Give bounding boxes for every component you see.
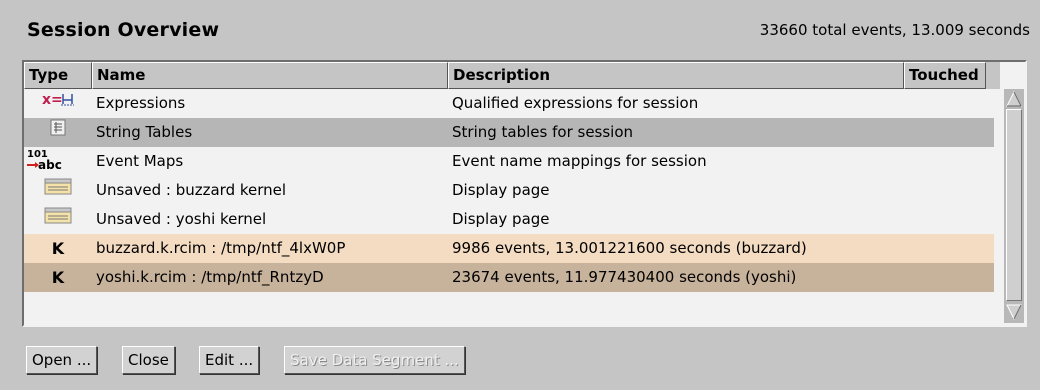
- display-page-icon: [43, 205, 73, 235]
- table-row[interactable]: Unsaved : buzzard kernel Display page: [24, 176, 994, 205]
- row-name: buzzard.k.rcim : /tmp/ntf_4lxW0P: [96, 239, 346, 257]
- vertical-scrollbar[interactable]: [1004, 89, 1024, 323]
- table-row[interactable]: String Tables String tables for session: [24, 118, 994, 147]
- display-page-icon: [43, 176, 73, 206]
- svg-text:abc: abc: [38, 158, 62, 172]
- scroll-up-arrow-icon[interactable]: [1005, 90, 1023, 108]
- row-name: yoshi.k.rcim : /tmp/ntf_RntzyD: [96, 268, 324, 286]
- kernel-icon: K: [51, 268, 65, 287]
- table-row[interactable]: K yoshi.k.rcim : /tmp/ntf_RntzyD 23674 e…: [24, 263, 994, 292]
- row-description: 23674 events, 11.977430400 seconds (yosh…: [452, 268, 797, 286]
- kernel-icon: K: [51, 239, 65, 258]
- row-description: String tables for session: [452, 123, 634, 141]
- row-description: Display page: [452, 210, 550, 228]
- session-overview-title: Session Overview: [27, 19, 220, 41]
- row-description: Display page: [452, 181, 550, 199]
- table-row[interactable]: 101 abc Event Maps Event name mappings f…: [24, 147, 994, 176]
- session-table: Type Name Description Touched x= Express…: [22, 60, 1027, 327]
- table-rows: x= Expressions Qualified expressions for…: [24, 89, 994, 292]
- row-description: Event name mappings for session: [452, 152, 707, 170]
- table-header: Type Name Description Touched: [24, 62, 1000, 89]
- table-row[interactable]: Unsaved : yoshi kernel Display page: [24, 205, 994, 234]
- row-description: 9986 events, 13.001221600 seconds (buzza…: [452, 239, 807, 257]
- scroll-thumb[interactable]: [1006, 109, 1022, 301]
- open-button[interactable]: Open ...: [26, 346, 98, 374]
- column-header-name[interactable]: Name: [92, 62, 448, 89]
- column-header-touched[interactable]: Touched: [904, 62, 986, 89]
- row-description: Qualified expressions for session: [452, 94, 699, 112]
- row-name: Expressions: [96, 94, 186, 112]
- svg-text:x=: x=: [42, 92, 63, 108]
- row-name: Unsaved : buzzard kernel: [96, 181, 287, 199]
- table-row[interactable]: x= Expressions Qualified expressions for…: [24, 89, 994, 118]
- row-name: String Tables: [96, 123, 193, 141]
- column-header-description[interactable]: Description: [448, 62, 904, 89]
- edit-button[interactable]: Edit ...: [199, 346, 260, 374]
- string-table-icon: [48, 118, 68, 148]
- row-name: Event Maps: [96, 152, 184, 170]
- close-button[interactable]: Close: [122, 346, 175, 374]
- expressions-icon: x=: [41, 89, 75, 119]
- scroll-down-arrow-icon[interactable]: [1005, 303, 1023, 321]
- save-data-segment-button[interactable]: Save Data Segment ...: [284, 346, 465, 374]
- row-name: Unsaved : yoshi kernel: [96, 210, 267, 228]
- column-header-type[interactable]: Type: [24, 62, 92, 89]
- session-stats: 33660 total events, 13.009 seconds: [759, 21, 1030, 39]
- table-row[interactable]: K buzzard.k.rcim : /tmp/ntf_4lxW0P 9986 …: [24, 234, 994, 263]
